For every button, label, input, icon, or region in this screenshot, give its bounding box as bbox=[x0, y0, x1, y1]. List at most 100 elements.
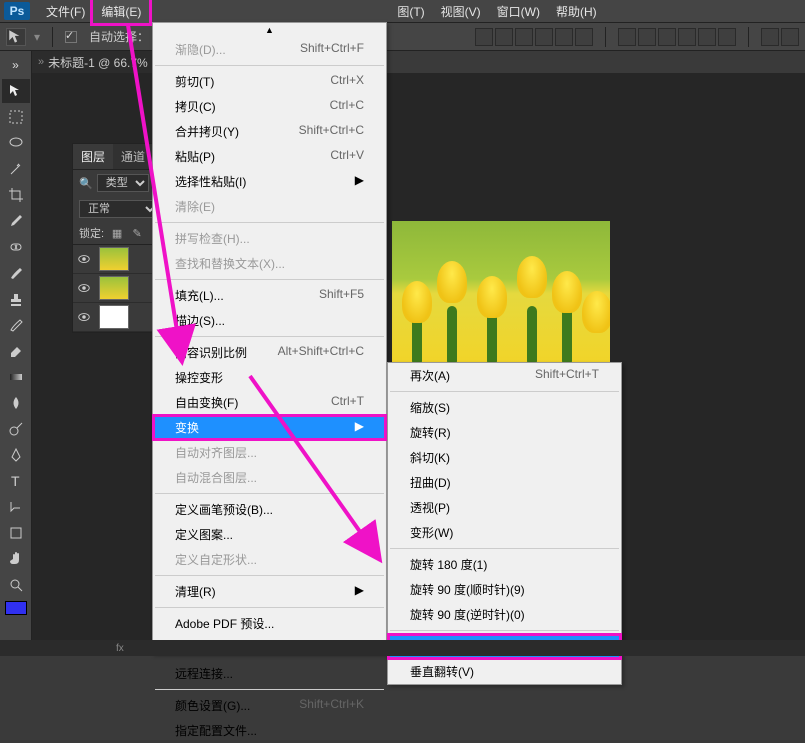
app-logo: Ps bbox=[4, 2, 30, 20]
menu-item[interactable]: 填充(L)...Shift+F5 bbox=[153, 283, 386, 308]
menu-item[interactable]: 旋转 90 度(顺时针)(9) bbox=[388, 577, 621, 602]
history-brush-tool[interactable] bbox=[2, 313, 30, 337]
menu-item: 自动对齐图层... bbox=[153, 440, 386, 465]
gradient-tool[interactable] bbox=[2, 365, 30, 389]
menu-item[interactable]: 旋转 180 度(1) bbox=[388, 552, 621, 577]
lasso-tool[interactable] bbox=[2, 131, 30, 155]
menu-item[interactable]: 拷贝(C)Ctrl+C bbox=[153, 94, 386, 119]
menu-item[interactable]: 斜切(K) bbox=[388, 445, 621, 470]
auto-select-checkbox[interactable] bbox=[65, 31, 77, 43]
menu-item[interactable]: 旋转 90 度(逆时针)(0) bbox=[388, 602, 621, 627]
align-btn[interactable] bbox=[515, 28, 533, 46]
align-btn[interactable] bbox=[555, 28, 573, 46]
move-tool[interactable] bbox=[2, 79, 30, 103]
brush-tool[interactable] bbox=[2, 261, 30, 285]
wand-tool[interactable] bbox=[2, 157, 30, 181]
expand-tools-icon[interactable]: » bbox=[2, 53, 30, 77]
distribute-btn[interactable] bbox=[618, 28, 636, 46]
menu-item[interactable]: Adobe PDF 预设... bbox=[153, 611, 386, 636]
doc-tab-strip: » 未标题-1 @ 66.7% bbox=[32, 51, 154, 73]
menu-item[interactable]: 旋转(R) bbox=[388, 420, 621, 445]
align-btn[interactable] bbox=[575, 28, 593, 46]
distribute-btn[interactable] bbox=[638, 28, 656, 46]
menu-edit[interactable]: 编辑(E) bbox=[93, 0, 149, 23]
eyedropper-tool[interactable] bbox=[2, 209, 30, 233]
menu-item: 渐隐(D)...Shift+Ctrl+F bbox=[153, 37, 386, 62]
arrange-btn[interactable] bbox=[781, 28, 799, 46]
menu-item[interactable]: 操控变形 bbox=[153, 365, 386, 390]
layer-thumbnail bbox=[99, 305, 129, 329]
menu-item: 自动混合图层... bbox=[153, 465, 386, 490]
options-bar: ▾ 自动选择： bbox=[0, 22, 805, 51]
dodge-tool[interactable] bbox=[2, 417, 30, 441]
menu-item[interactable]: 定义图案... bbox=[153, 522, 386, 547]
menu-item[interactable]: 描边(S)... bbox=[153, 308, 386, 333]
hand-tool[interactable] bbox=[2, 547, 30, 571]
move-tool-icon[interactable] bbox=[6, 28, 26, 46]
menu-file[interactable]: 文件(F) bbox=[38, 0, 93, 23]
foreground-color[interactable] bbox=[5, 601, 27, 615]
submenu-arrow-icon: ▶ bbox=[355, 419, 364, 436]
edit-menu: ▲ 渐隐(D)...Shift+Ctrl+F 剪切(T)Ctrl+X拷贝(C)Ct… bbox=[152, 22, 387, 654]
menu-item[interactable]: 选择性粘贴(I)▶ bbox=[153, 169, 386, 194]
menu-item[interactable]: 清理(R)▶ bbox=[153, 579, 386, 604]
zoom-tool[interactable] bbox=[2, 573, 30, 597]
document-canvas[interactable] bbox=[392, 221, 610, 366]
chevron-down-icon[interactable]: ▾ bbox=[34, 30, 40, 44]
visibility-icon[interactable] bbox=[77, 252, 91, 266]
chevron-right-icon[interactable]: » bbox=[38, 56, 44, 68]
pen-tool[interactable] bbox=[2, 443, 30, 467]
menu-item[interactable]: 颜色设置(G)...Shift+Ctrl+K bbox=[153, 693, 386, 718]
distribute-btn[interactable] bbox=[658, 28, 676, 46]
align-btn[interactable] bbox=[495, 28, 513, 46]
visibility-icon[interactable] bbox=[77, 310, 91, 324]
blur-tool[interactable] bbox=[2, 391, 30, 415]
tab-channels[interactable]: 通道 bbox=[113, 144, 153, 169]
path-tool[interactable] bbox=[2, 495, 30, 519]
align-btn[interactable] bbox=[475, 28, 493, 46]
menu-item[interactable]: 内容识别比例Alt+Shift+Ctrl+C bbox=[153, 340, 386, 365]
blend-mode-select[interactable]: 正常 bbox=[79, 200, 159, 218]
menu-item[interactable]: 扭曲(D) bbox=[388, 470, 621, 495]
lock-label: 锁定: bbox=[79, 225, 104, 241]
scroll-up-icon[interactable]: ▲ bbox=[265, 25, 274, 35]
menu-item[interactable]: 变形(W) bbox=[388, 520, 621, 545]
menu-image-cropped[interactable]: 图(T) bbox=[389, 0, 432, 23]
menu-help[interactable]: 帮助(H) bbox=[548, 0, 605, 23]
type-tool[interactable]: T bbox=[2, 469, 30, 493]
menu-item: 查找和替换文本(X)... bbox=[153, 251, 386, 276]
menu-item[interactable]: 再次(A)Shift+Ctrl+T bbox=[388, 363, 621, 388]
distribute-btn[interactable] bbox=[698, 28, 716, 46]
eraser-tool[interactable] bbox=[2, 339, 30, 363]
menu-item[interactable]: 透视(P) bbox=[388, 495, 621, 520]
menu-item[interactable]: 变换▶ bbox=[153, 415, 386, 440]
visibility-icon[interactable] bbox=[77, 281, 91, 295]
fx-icon[interactable]: fx bbox=[116, 643, 124, 654]
tab-layers[interactable]: 图层 bbox=[73, 144, 113, 169]
stamp-tool[interactable] bbox=[2, 287, 30, 311]
layer-filter-select[interactable]: 类型 bbox=[97, 174, 149, 192]
distribute-btn[interactable] bbox=[678, 28, 696, 46]
crop-tool[interactable] bbox=[2, 183, 30, 207]
menu-item[interactable]: 合并拷贝(Y)Shift+Ctrl+C bbox=[153, 119, 386, 144]
healing-tool[interactable] bbox=[2, 235, 30, 259]
layer-thumbnail bbox=[99, 247, 129, 271]
document-tab[interactable]: 未标题-1 @ 66.7% bbox=[48, 54, 148, 71]
marquee-tool[interactable] bbox=[2, 105, 30, 129]
menu-item[interactable]: 剪切(T)Ctrl+X bbox=[153, 69, 386, 94]
menu-item[interactable]: 粘贴(P)Ctrl+V bbox=[153, 144, 386, 169]
menu-item[interactable]: 垂直翻转(V) bbox=[388, 659, 621, 684]
menu-item[interactable]: 缩放(S) bbox=[388, 395, 621, 420]
menu-window[interactable]: 窗口(W) bbox=[489, 0, 548, 23]
menu-item[interactable]: 指定配置文件... bbox=[153, 718, 386, 743]
menu-item[interactable]: 自由变换(F)Ctrl+T bbox=[153, 390, 386, 415]
lock-transparency-icon[interactable]: ▦ bbox=[110, 226, 124, 240]
arrange-btn[interactable] bbox=[761, 28, 779, 46]
menu-view[interactable]: 视图(V) bbox=[433, 0, 489, 23]
lock-pixels-icon[interactable]: ✎ bbox=[130, 226, 144, 240]
shape-tool[interactable] bbox=[2, 521, 30, 545]
align-btn[interactable] bbox=[535, 28, 553, 46]
menu-item[interactable]: 定义画笔预设(B)... bbox=[153, 497, 386, 522]
distribute-btn[interactable] bbox=[718, 28, 736, 46]
menu-item[interactable]: 远程连接... bbox=[153, 661, 386, 686]
